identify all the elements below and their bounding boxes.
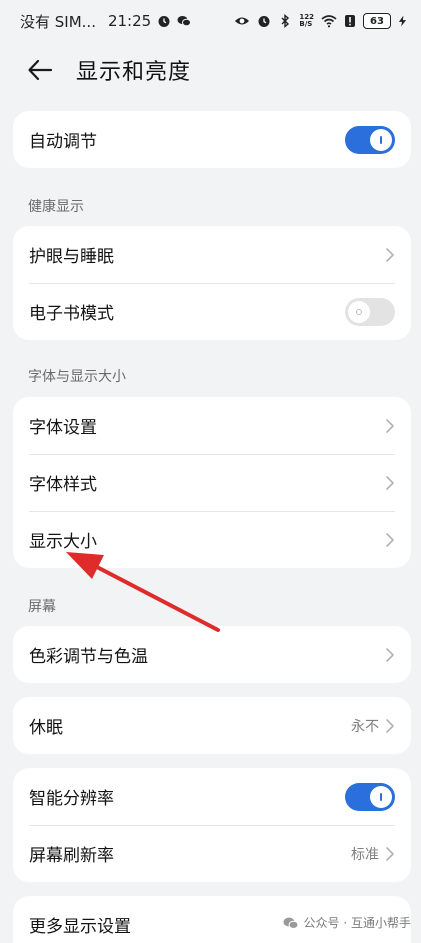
more-display-settings-label: 更多显示设置 <box>29 917 131 937</box>
refresh-rate-label: 屏幕刷新率 <box>29 846 114 866</box>
wechat-icon <box>177 16 192 27</box>
chevron-right-icon <box>386 247 394 262</box>
chevron-right-icon <box>386 718 394 733</box>
sleep-label: 休眠 <box>29 718 63 738</box>
bluetooth-icon <box>281 14 290 28</box>
auto-adjust-label: 自动调节 <box>29 132 97 152</box>
sleep-value: 永不 <box>351 718 379 735</box>
watermark-text: 公众号 · 互通小帮手 <box>303 916 411 930</box>
auto-adjust-toggle[interactable] <box>345 125 395 154</box>
refresh-rate-value: 标准 <box>351 846 379 863</box>
refresh-rate-row[interactable]: 屏幕刷新率 标准 <box>13 825 411 882</box>
font-style-row[interactable]: 字体样式 <box>13 454 411 511</box>
carrier-text: 没有 SIM... <box>20 12 96 31</box>
smart-resolution-toggle[interactable] <box>345 782 395 811</box>
wechat-icon <box>283 917 299 929</box>
sleep-row[interactable]: 休眠 永不 <box>13 697 411 754</box>
font-settings-label: 字体设置 <box>29 418 97 438</box>
auto-adjust-row[interactable]: 自动调节 <box>13 111 411 168</box>
color-temperature-row[interactable]: 色彩调节与色温 <box>13 626 411 683</box>
display-size-label: 显示大小 <box>29 532 97 552</box>
eye-icon <box>235 17 250 25</box>
alarm-icon <box>158 16 170 27</box>
health-card: 护眼与睡眠 电子书模式 <box>13 226 411 340</box>
eye-comfort-row[interactable]: 护眼与睡眠 <box>13 226 411 283</box>
charging-icon <box>398 15 407 27</box>
font-style-label: 字体样式 <box>29 475 97 495</box>
smart-resolution-label: 智能分辨率 <box>29 789 114 809</box>
display-size-row[interactable]: 显示大小 <box>13 511 411 568</box>
health-section-title: 健康显示 <box>28 199 84 215</box>
chevron-right-icon <box>386 475 394 490</box>
page-title: 显示和亮度 <box>76 60 192 85</box>
battery-indicator: 63 <box>363 13 391 29</box>
resolution-card: 智能分辨率 屏幕刷新率 标准 <box>13 768 411 882</box>
auto-adjust-card: 自动调节 <box>13 111 411 168</box>
screen-section-title: 屏幕 <box>28 599 56 615</box>
font-section-title: 字体与显示大小 <box>28 369 126 385</box>
chevron-right-icon <box>386 418 394 433</box>
sleep-card: 休眠 永不 <box>13 697 411 754</box>
chevron-right-icon <box>386 846 394 861</box>
font-settings-row[interactable]: 字体设置 <box>13 397 411 454</box>
status-bar: 没有 SIM... 21:25 122 B/S 63 <box>0 0 421 42</box>
ebook-mode-toggle[interactable] <box>345 297 395 326</box>
chevron-right-icon <box>386 532 394 547</box>
color-card: 色彩调节与色温 <box>13 626 411 683</box>
smart-resolution-row[interactable]: 智能分辨率 <box>13 768 411 825</box>
font-card: 字体设置 字体样式 显示大小 <box>13 397 411 568</box>
page-header: 显示和亮度 <box>0 42 421 98</box>
color-temperature-label: 色彩调节与色温 <box>29 647 148 667</box>
eye-comfort-label: 护眼与睡眠 <box>29 247 114 267</box>
warning-icon <box>345 15 355 27</box>
clock-text: 21:25 <box>107 12 152 30</box>
alarm-icon <box>258 16 270 27</box>
ebook-mode-label: 电子书模式 <box>29 304 114 324</box>
watermark: 公众号 · 互通小帮手 <box>283 914 411 931</box>
wifi-icon <box>321 15 337 28</box>
back-arrow-icon[interactable] <box>26 56 54 84</box>
network-speed: 122 B/S <box>299 13 314 28</box>
ebook-mode-row[interactable]: 电子书模式 <box>13 283 411 340</box>
chevron-right-icon <box>386 647 394 662</box>
